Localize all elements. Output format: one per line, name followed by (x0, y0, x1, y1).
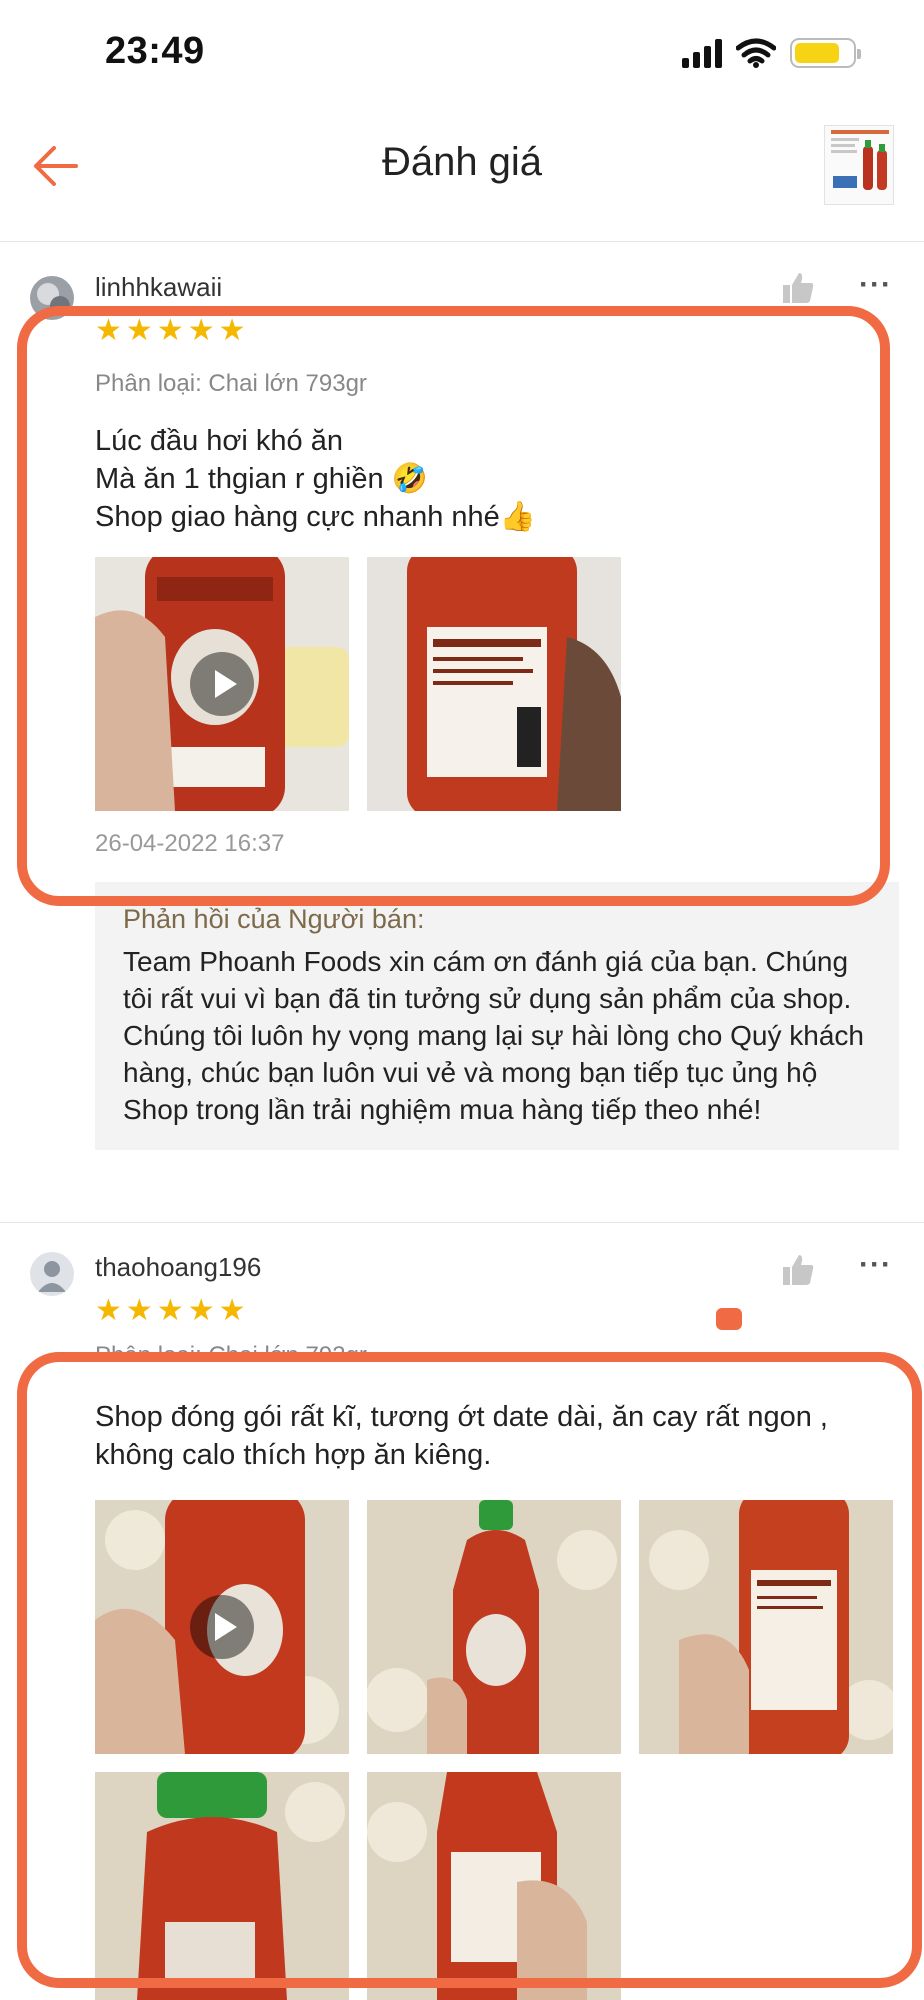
wifi-icon (736, 38, 776, 68)
avatar[interactable] (30, 1252, 74, 1296)
seller-reply-title: Phản hồi của Người bán: (123, 904, 425, 934)
rating-stars: ★ ★ ★ ★ ★ (95, 1296, 246, 1326)
star-icon: ★ (125, 1294, 153, 1327)
cellular-signal-icon (682, 38, 722, 68)
page-title: Đánh giá (381, 140, 543, 184)
status-time: 23:49 (105, 30, 205, 72)
annotation-marker (716, 1308, 742, 1330)
more-options-icon[interactable]: ··· (859, 1248, 892, 1282)
star-icon: ★ (95, 1294, 122, 1327)
highlight-box (17, 1352, 922, 1988)
product-thumbnail[interactable] (824, 125, 894, 205)
divider (0, 1222, 924, 1223)
nav-bar: Đánh giá (0, 110, 924, 242)
highlight-box (17, 306, 890, 906)
battery-icon (790, 38, 861, 68)
seller-reply: Phản hồi của Người bán: Team Phoanh Food… (95, 882, 899, 1150)
star-icon: ★ (218, 1294, 246, 1327)
more-options-icon[interactable]: ··· (859, 268, 892, 302)
status-bar: 23:49 (0, 0, 924, 110)
star-icon: ★ (156, 1294, 184, 1327)
battery-level (795, 43, 839, 63)
username[interactable]: thaohoang196 (95, 1252, 261, 1283)
seller-reply-text: Team Phoanh Foods xin cám ơn đánh giá củ… (123, 946, 864, 1125)
username[interactable]: linhhkawaii (95, 272, 222, 303)
status-icons (682, 38, 861, 68)
thumbs-up-icon[interactable] (780, 270, 816, 306)
star-icon: ★ (187, 1294, 215, 1327)
thumbs-up-icon[interactable] (780, 1252, 816, 1288)
